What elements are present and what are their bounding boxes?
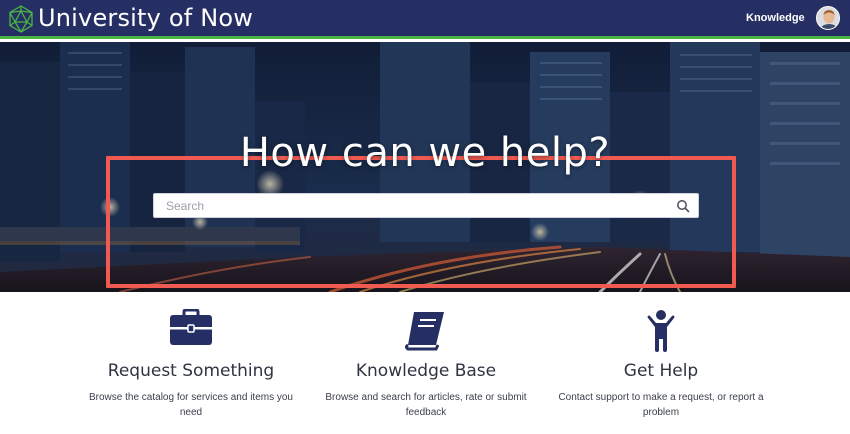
card-description: Browse the catalog for services and item… [89, 392, 293, 418]
card-description: Contact support to make a request, or re… [558, 392, 764, 418]
person-icon [647, 310, 675, 352]
brand-title[interactable]: University of Now [38, 4, 253, 32]
card-title: Knowledge Base [355, 361, 497, 381]
avatar-image [817, 7, 839, 29]
card-get-help[interactable]: Get Help Contact support to make a reque… [551, 300, 771, 418]
book-icon [405, 312, 444, 351]
search-input[interactable] [154, 194, 664, 217]
logo-icon[interactable] [7, 5, 35, 33]
hero-title: How can we help? [239, 130, 611, 176]
user-avatar[interactable] [816, 6, 840, 30]
card-description: Browse and search for articles, rate or … [325, 392, 527, 418]
card-title: Get Help [623, 361, 699, 381]
card-title: Request Something [107, 361, 275, 381]
search-icon[interactable] [676, 199, 690, 213]
top-navigation-bar: University of Now Knowledge [0, 0, 850, 39]
briefcase-icon [170, 309, 212, 345]
card-request-something[interactable]: Request Something Browse the catalog for… [81, 300, 301, 418]
search-box[interactable] [153, 193, 699, 218]
card-knowledge-base[interactable]: Knowledge Base Browse and search for art… [316, 300, 536, 418]
nav-link-knowledge[interactable]: Knowledge [746, 12, 805, 24]
